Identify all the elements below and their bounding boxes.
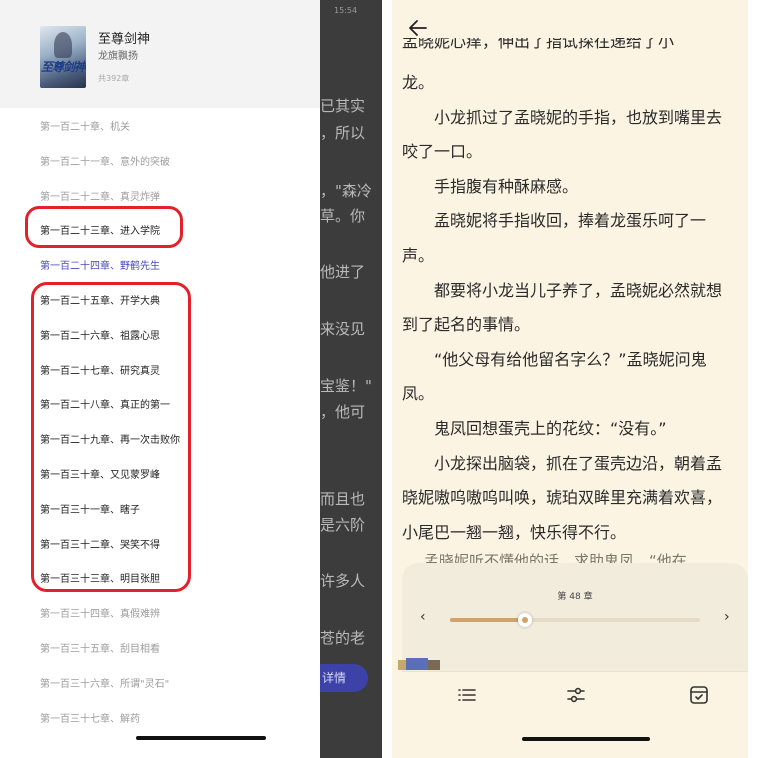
chapter-slider[interactable] (450, 613, 700, 627)
chapter-item[interactable]: 第一百二十章、机关 (40, 118, 192, 133)
paragraph-line: 咬了一口。 (402, 142, 483, 162)
slider-thumb[interactable] (518, 613, 532, 627)
book-title: 至尊剑神 (98, 32, 151, 47)
chapter-item[interactable]: 第一百二十二章、真灵炸弹 (40, 188, 192, 203)
highlight-ring (25, 206, 183, 248)
home-indicator (522, 737, 650, 741)
paragraph-line: 孟晓妮将手指收回，捧着龙蛋乐呵了一 (402, 211, 707, 231)
home-indicator (136, 736, 266, 740)
paragraph-line: “他父母有给他留名字么？”孟晓妮问鬼 (402, 349, 707, 369)
paragraph-line: 小龙探出脑袋，抓在了蛋壳边沿，朝着孟 (402, 453, 723, 473)
chapter-item[interactable]: 第一百三十五章、刮目相看 (40, 640, 192, 655)
chapter-item[interactable]: 第一百三十六章、所谓"灵石" (40, 675, 192, 690)
paragraph-line: 龙。 (402, 73, 435, 92)
chapter-item[interactable]: 第一百三十七章、解药 (40, 710, 192, 725)
chapter-item[interactable]: 第一百二十一章、意外的突破 (40, 153, 192, 168)
list-icon[interactable] (456, 684, 478, 706)
details-button[interactable]: 详情 (320, 664, 368, 692)
chapter-drawer: 至尊剑神 至尊剑神 龙旗飘扬 共392章 第一百二十章、机关 第一百二十一章、意外… (0, 0, 320, 758)
back-arrow-icon[interactable] (406, 16, 430, 40)
dimmed-reader-background[interactable]: 15:54 已其实 ，所以 ，"森冷 草。你 他进了 来没见 宝鉴！" ，他可 … (320, 0, 382, 758)
cover-title: 至尊剑神 (40, 60, 86, 74)
reader-screen: 孟晓妮心痒，伸出了指试探往递给了小 龙。 小龙抓过了孟晓妮的手指，也放到嘴里去咬… (382, 0, 764, 758)
paragraph-line: 鬼凤回想蛋壳上的花纹：“没有。” (402, 419, 667, 438)
paragraph-line: 手指腹有种酥麻感。 (402, 176, 579, 196)
paragraph-line: 晓妮嗷呜嗷呜叫唤，琥珀双眸里充满着欢喜， (402, 488, 723, 508)
paragraph-line: 到了起名的事情。 (402, 315, 531, 335)
highlight-ring (31, 282, 191, 592)
paragraph-line: 小尾巴一翘一翘，快乐得不行。 (402, 522, 627, 542)
book-author: 龙旗飘扬 (98, 51, 138, 62)
sliders-icon[interactable] (565, 684, 587, 706)
chapter-list-screen: 15:54 已其实 ，所以 ，"森冷 草。你 他进了 来没见 宝鉴！" ，他可 … (0, 0, 382, 758)
paragraph-line: 小龙抓过了孟晓妮的手指，也放到嘴里去 (402, 107, 723, 127)
background-text-line: ，他可 (320, 403, 366, 421)
background-text-line: ，所以 (320, 124, 366, 142)
bottom-toolbar (402, 671, 748, 758)
bookmark-icon[interactable] (688, 684, 710, 706)
paragraph-line: 凤。 (402, 384, 435, 404)
background-text-line: 许多人 (320, 572, 366, 590)
status-time: 15:54 (334, 6, 358, 15)
book-header[interactable]: 至尊剑神 至尊剑神 龙旗飘扬 共392章 (0, 0, 320, 108)
chapter-item[interactable]: 第一百二十四章、野鹤先生 (40, 257, 192, 272)
chapter-count: 共392章 (98, 74, 130, 83)
paragraph-peek: 孟晓妮听不懂他的话，求助鬼凤，“他在 (424, 552, 687, 563)
chapter-item[interactable]: 第一百三十四章、真假难辨 (40, 605, 192, 620)
background-text-line: ，"森冷 (320, 182, 372, 200)
previous-chapter-button[interactable]: ‹ (420, 609, 426, 625)
chapter-number: 第 48 章 (557, 592, 593, 602)
background-text-line: 草。你 (320, 207, 366, 225)
next-chapter-button[interactable]: › (724, 609, 730, 625)
paragraph-cut-line: 孟晓妮心痒，伸出了指试探往递给了小 (402, 38, 675, 51)
paragraph-line: 声。 (402, 246, 435, 265)
background-text-line: 而且也 (320, 490, 366, 508)
background-text-line: 他进了 (320, 263, 366, 281)
background-text-line: 是六阶 (320, 516, 366, 534)
slider-fill (450, 618, 525, 622)
paragraph-line: 都要将小龙当儿子养了，孟晓妮必然就想 (402, 280, 723, 300)
ad-banner-peek (398, 658, 440, 670)
background-text-line: 已其实 (320, 97, 366, 115)
background-text-line: 苍的老 (320, 629, 366, 647)
book-cover: 至尊剑神 (40, 26, 86, 88)
reader-page[interactable]: 孟晓妮心痒，伸出了指试探往递给了小 龙。 小龙抓过了孟晓妮的手指，也放到嘴里去咬… (392, 0, 748, 758)
cover-figure-icon (54, 32, 72, 58)
background-text-line: 宝鉴！" (320, 377, 372, 395)
chapter-progress-sheet: 孟晓妮听不懂他的话，求助鬼凤，“他在 第 48 章 ‹ › (402, 552, 748, 671)
background-text-line: 来没见 (320, 320, 366, 338)
